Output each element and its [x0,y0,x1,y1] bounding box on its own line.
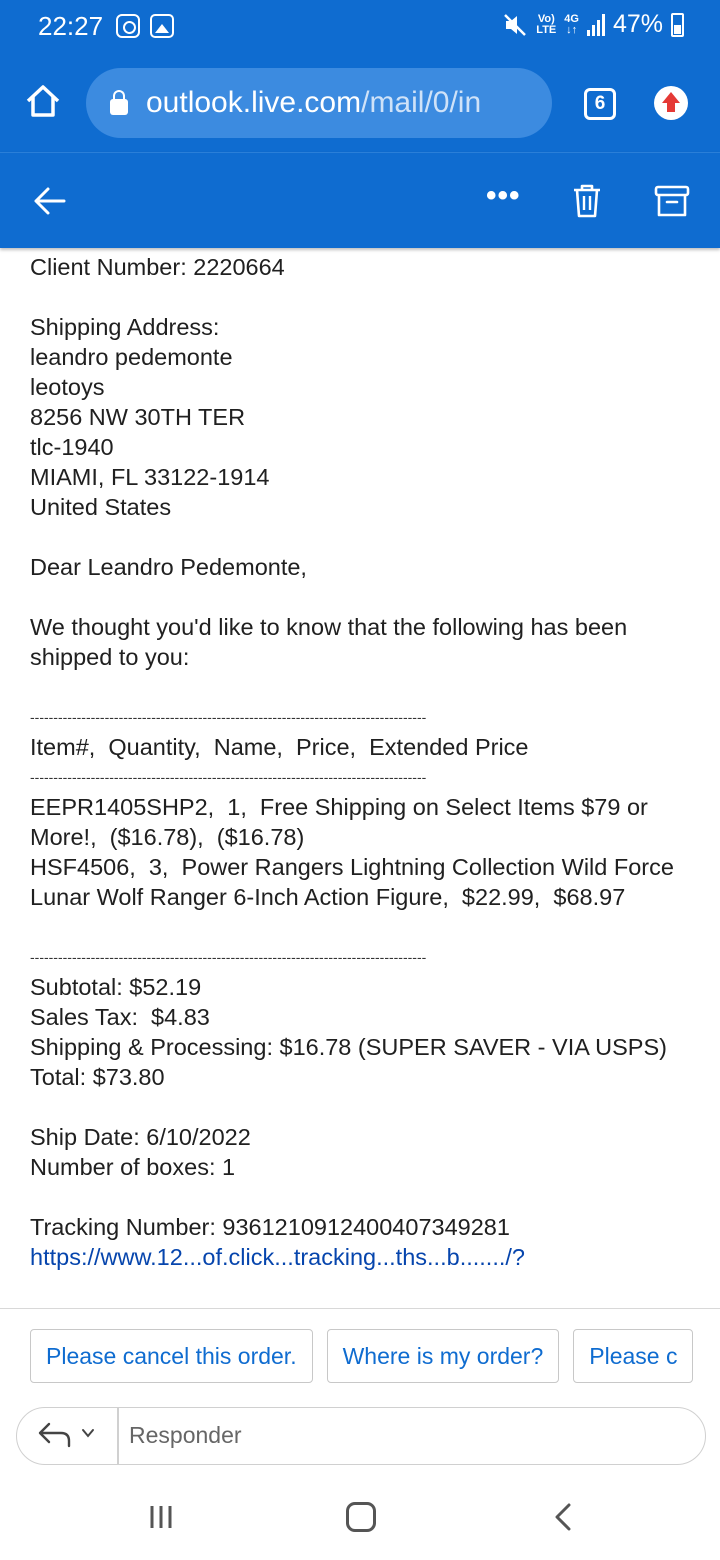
battery-percent: 47% [612,10,663,38]
data-arrows-icon: ↓↑ [566,23,578,36]
more-options-button[interactable]: ••• [486,179,521,213]
ship-date: Ship Date: 6/10/2022 [30,1124,251,1150]
status-bar: 22:27 Vo) LTE 4G ↓↑ 47% [0,0,720,52]
reply-icon[interactable] [37,1420,73,1450]
status-notification-icons [116,14,174,38]
url-path: /mail/0/in [361,86,482,119]
suggested-reply-chip[interactable]: Please c [573,1329,694,1383]
sales-tax: Sales Tax: $4.83 [30,1004,210,1030]
items-header: Item#, Quantity, Name, Price, Extended P… [30,734,529,760]
tab-switcher-button[interactable]: 6 [584,88,616,120]
item-line: EEPR1405SHP2, 1, Free Shipping on Select… [30,794,655,850]
reply-separator [117,1408,119,1464]
address-line: tlc-1940 [30,434,114,460]
url-text: outlook.live.com/mail/0/in [146,86,481,120]
network-type: 4G ↓↑ [564,12,579,36]
tracking-link[interactable]: https://www.12...of.click...tracking...t… [30,1242,690,1272]
suggested-reply-chip[interactable]: Where is my order? [326,1329,560,1383]
archive-icon[interactable] [654,183,690,219]
subtotal: Subtotal: $52.19 [30,974,202,1000]
home-icon[interactable] [24,82,62,120]
intro-text: We thought you'd like to know that the f… [30,614,634,670]
reply-area: Please cancel this order. Where is my or… [0,1308,720,1478]
address-line: leotoys [30,374,105,400]
greeting: Dear Leandro Pedemonte, [30,554,307,580]
browser-bar: outlook.live.com/mail/0/in 6 [0,52,720,152]
network-type-label: 4G [564,12,579,25]
address-line: leandro pedemonte [30,344,233,370]
address-line: United States [30,494,172,520]
back-arrow-icon[interactable] [30,181,70,221]
home-button-icon[interactable] [346,1502,376,1532]
tracking-number: Tracking Number: 9361210912400407349281 [30,1214,510,1240]
update-icon[interactable] [654,86,688,120]
item-line: HSF4506, 3, Power Rangers Lightning Coll… [30,854,681,910]
divider: ----------------------------------------… [30,949,427,965]
address-line: MIAMI, FL 33122-1914 [30,464,270,490]
email-body: Client Number: 2220664 Shipping Address:… [0,248,720,1308]
volte-top: Vo) [537,12,555,25]
number-of-boxes: Number of boxes: 1 [30,1154,236,1180]
recent-apps-icon[interactable] [148,1504,174,1530]
chevron-down-icon[interactable] [81,1426,95,1440]
total: Total: $73.80 [30,1064,165,1090]
reply-box[interactable]: Responder [16,1407,706,1465]
address-bar[interactable]: outlook.live.com/mail/0/in [86,68,552,138]
suggested-reply-chip[interactable]: Please cancel this order. [30,1329,313,1383]
volte-indicator: Vo) LTE [536,12,557,36]
status-right: Vo) LTE 4G ↓↑ 47% [502,10,684,39]
navigation-bar [0,1478,720,1560]
divider: ----------------------------------------… [30,769,427,785]
suggested-replies: Please cancel this order. Where is my or… [30,1329,694,1383]
gallery-icon [150,14,174,38]
status-time: 22:27 [38,11,104,41]
shipping-address-label: Shipping Address: [30,314,220,340]
mute-icon [504,13,527,36]
back-nav-icon[interactable] [552,1502,574,1532]
divider: ----------------------------------------… [30,709,427,725]
client-number: Client Number: 2220664 [30,254,285,280]
mail-toolbar: ••• [0,152,720,248]
volte-bottom: LTE [536,23,557,36]
lock-icon [110,90,128,115]
delete-icon[interactable] [572,183,602,219]
signal-icon [586,13,605,36]
url-host: outlook.live.com [146,86,362,119]
instagram-icon [116,14,140,38]
battery-icon [671,12,684,37]
reply-input[interactable]: Responder [129,1422,242,1449]
address-line: 8256 NW 30TH TER [30,404,246,430]
shipping-cost: Shipping & Processing: $16.78 (SUPER SAV… [30,1034,667,1060]
